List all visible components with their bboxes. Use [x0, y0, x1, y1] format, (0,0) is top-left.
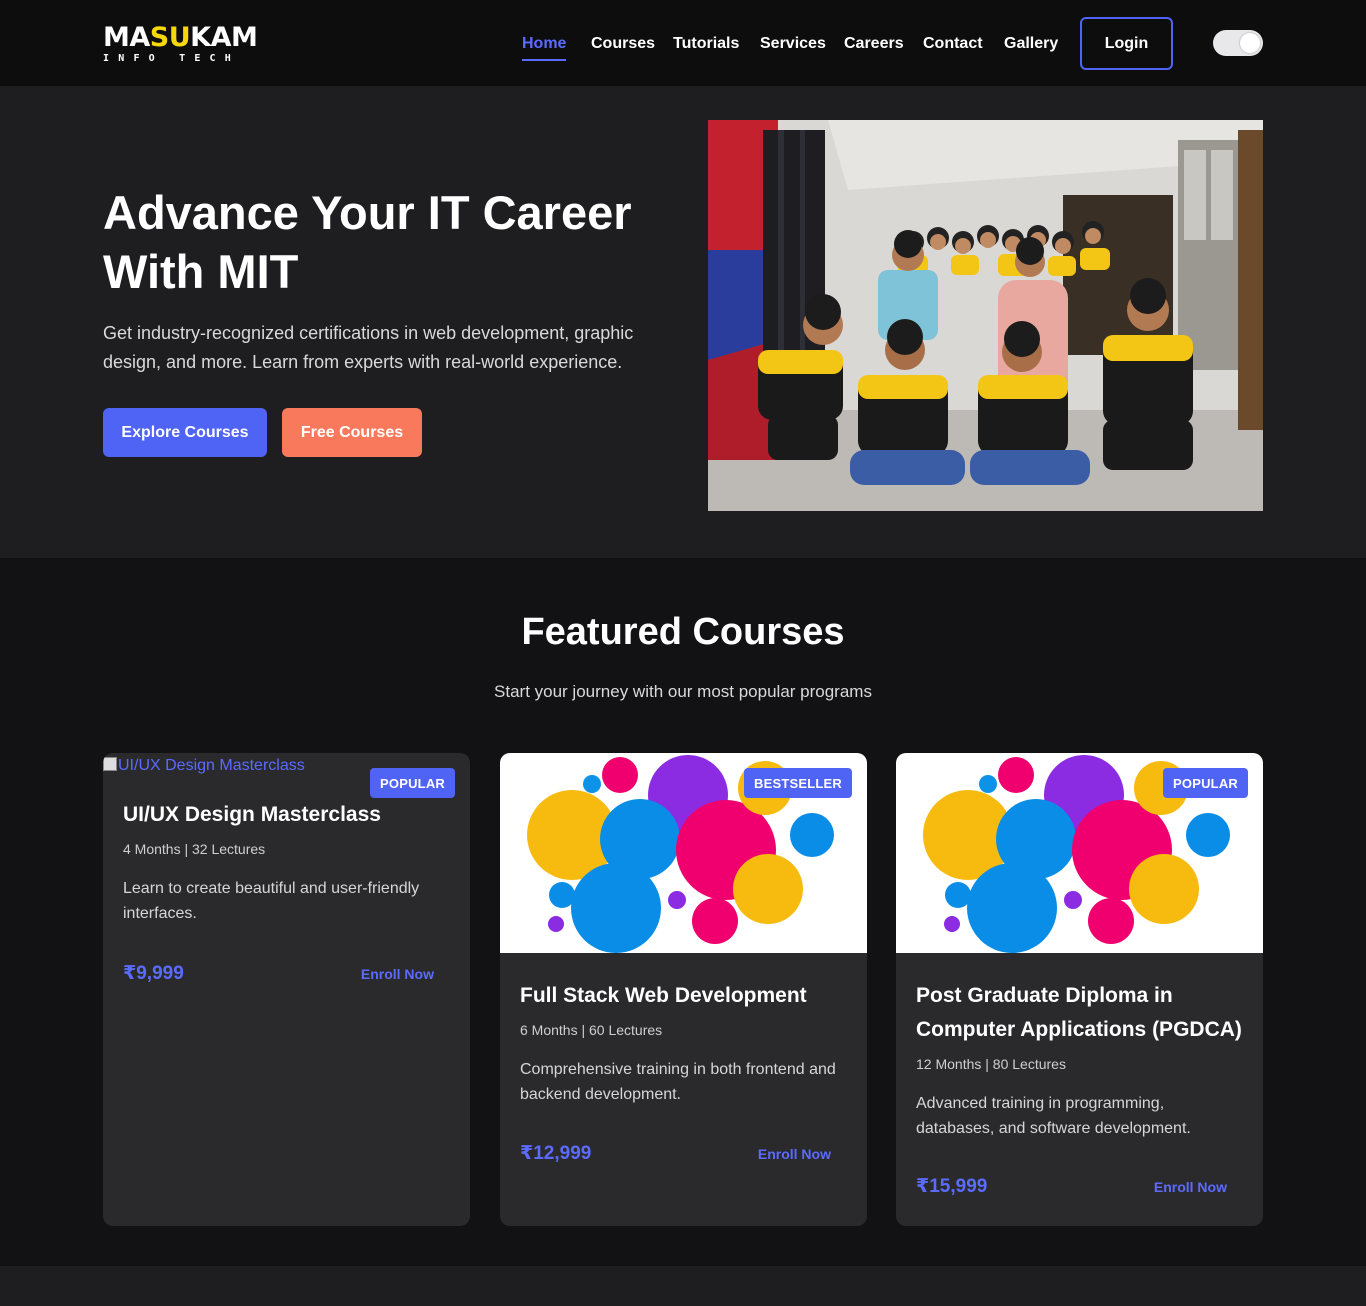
group-photo-illustration [708, 120, 1263, 511]
hero-section: Advance Your IT Career With MIT Get indus… [0, 87, 1366, 558]
course-footer: ₹12,999 Enroll Now [520, 1142, 831, 1165]
course-description: Learn to create beautiful and user-frien… [123, 880, 420, 922]
course-title: UI/UX Design Masterclass [123, 803, 381, 826]
course-card[interactable]: UI/UX Design Masterclass POPULAR UI/UX D… [103, 753, 470, 1226]
login-button[interactable]: Login [1080, 17, 1173, 70]
course-card[interactable]: BESTSELLER Full Stack Web Development 6 … [500, 753, 867, 1226]
hero-subtitle: Get industry-recognized certifications i… [103, 323, 634, 372]
nav-gallery[interactable]: Gallery [1004, 34, 1058, 54]
brand-logo[interactable]: MASUKAM INFO TECH [103, 22, 258, 65]
course-card-body: Full Stack Web Development 6 Months | 60… [520, 979, 847, 1107]
course-title: Full Stack Web Development [520, 984, 807, 1007]
nav-contact[interactable]: Contact [923, 34, 983, 54]
course-card[interactable]: POPULAR Post Graduate Diploma in Compute… [896, 753, 1263, 1226]
course-footer: ₹15,999 Enroll Now [916, 1175, 1227, 1198]
nav-careers[interactable]: Careers [844, 34, 904, 54]
hero-group-photo [708, 120, 1263, 511]
course-description: Comprehensive training in both frontend … [520, 1061, 836, 1103]
toggle-knob [1240, 33, 1260, 53]
course-badge: POPULAR [370, 768, 455, 798]
logo-wordmark: MASUKAM [103, 22, 258, 53]
nav-home[interactable]: Home [522, 34, 567, 61]
course-meta: 12 Months | 80 Lectures [916, 1056, 1066, 1072]
nav-tutorials[interactable]: Tutorials [673, 34, 739, 54]
enroll-now-link[interactable]: Enroll Now [1154, 1179, 1227, 1195]
featured-courses-subtitle: Start your journey with our most popular… [494, 682, 872, 701]
nav-services[interactable]: Services [760, 34, 826, 54]
course-meta: 4 Months | 32 Lectures [123, 841, 266, 857]
logo-tagline: INFO TECH [103, 53, 240, 64]
next-section-band [0, 1266, 1366, 1306]
course-image-broken: UI/UX Design Masterclass [103, 753, 305, 779]
course-footer: ₹9,999 Enroll Now [123, 962, 434, 985]
course-badge: BESTSELLER [744, 768, 852, 798]
course-title: Post Graduate Diploma in Computer Applic… [916, 984, 1242, 1041]
course-meta: 6 Months | 60 Lectures [520, 1022, 663, 1038]
featured-courses-title: Featured Courses [521, 611, 845, 653]
hero-title: Advance Your IT Career With MIT [103, 186, 632, 298]
enroll-now-link[interactable]: Enroll Now [758, 1146, 831, 1162]
course-price: ₹15,999 [916, 1176, 988, 1197]
free-courses-button[interactable]: Free Courses [282, 408, 422, 457]
course-price: ₹12,999 [520, 1143, 592, 1164]
nav-courses[interactable]: Courses [591, 34, 655, 54]
broken-image-icon [103, 757, 117, 771]
theme-toggle[interactable] [1213, 30, 1263, 56]
navbar: MASUKAM INFO TECH Home Courses Tutorials… [0, 0, 1366, 87]
course-card-body: UI/UX Design Masterclass 4 Months | 32 L… [123, 798, 450, 926]
course-badge: POPULAR [1163, 768, 1248, 798]
course-description: Advanced training in programming, databa… [916, 1095, 1191, 1137]
course-price: ₹9,999 [123, 963, 184, 984]
explore-courses-button[interactable]: Explore Courses [103, 408, 267, 457]
course-card-body: Post Graduate Diploma in Computer Applic… [916, 979, 1243, 1141]
enroll-now-link[interactable]: Enroll Now [361, 966, 434, 982]
